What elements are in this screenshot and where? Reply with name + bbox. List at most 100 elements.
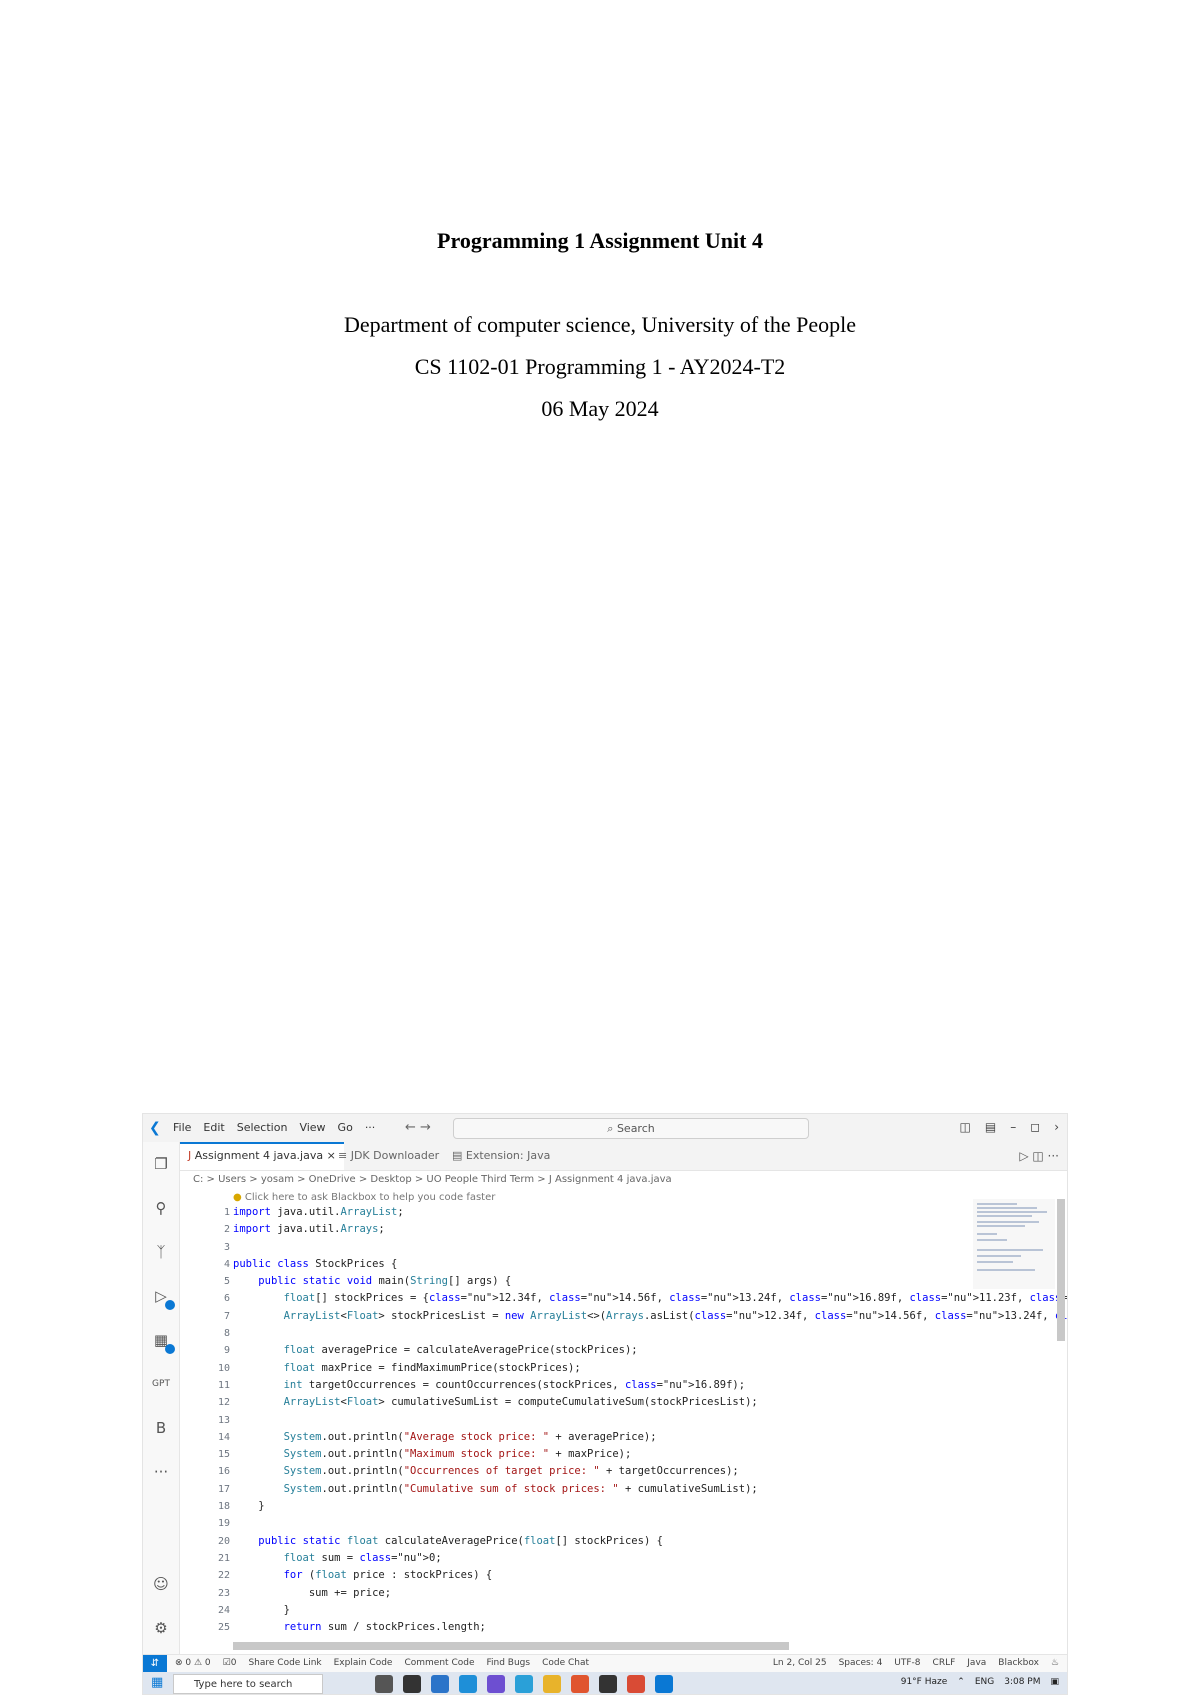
weather-indicator[interactable]: 91°F Haze (901, 1677, 948, 1687)
activity-bar: ❐ ⚲ ᛉ ▷ ▦ GPT B ··· ☺ ⚙ (143, 1142, 180, 1667)
search-placeholder: Search (616, 1122, 655, 1135)
menu-file[interactable]: File (173, 1121, 191, 1134)
brave-browser-icon[interactable] (571, 1675, 589, 1693)
more-actions-icon[interactable]: ··· (1048, 1149, 1059, 1163)
problems-indicator[interactable]: ⊗ 0 ⚠ 0 (175, 1658, 211, 1668)
cursor-position[interactable]: Ln 2, Col 25 (773, 1658, 827, 1668)
account-icon[interactable]: ☺ (151, 1574, 171, 1594)
remote-icon[interactable]: ⇵ (143, 1655, 167, 1673)
tab-jdk-downloader[interactable]: ≡ JDK Downloader (330, 1142, 447, 1170)
clock[interactable]: 3:08 PM (1004, 1677, 1040, 1687)
blackbox-icon[interactable]: B (151, 1418, 171, 1438)
code-line[interactable]: public static float calculateAveragePric… (233, 1533, 1067, 1550)
notifications-bell-icon[interactable]: ♨ (1051, 1658, 1059, 1668)
language-indicator[interactable]: ENG (975, 1677, 994, 1687)
horizontal-scrollbar[interactable] (233, 1642, 789, 1650)
run-icon[interactable]: ▷ (1019, 1149, 1028, 1163)
source-control-icon[interactable]: ᛉ (151, 1242, 171, 1262)
app-icon[interactable] (599, 1675, 617, 1693)
tab-extension-java[interactable]: ▤ Extension: Java (444, 1142, 558, 1170)
comment-code[interactable]: Comment Code (404, 1658, 474, 1668)
code-line[interactable] (233, 1515, 1067, 1532)
code-line[interactable]: ArrayList<Float> stockPricesList = new A… (233, 1308, 1067, 1325)
menu-view[interactable]: View (299, 1121, 325, 1134)
code-line[interactable]: for (float price : stockPrices) { (233, 1567, 1067, 1584)
code-line[interactable]: float sum = class="nu">0; (233, 1550, 1067, 1567)
list-icon: ≡ (338, 1149, 351, 1162)
code-line[interactable]: System.out.println("Cumulative sum of st… (233, 1481, 1067, 1498)
code-line[interactable]: float maxPrice = findMaximumPrice(stockP… (233, 1360, 1067, 1377)
camera-app-icon[interactable] (375, 1675, 393, 1693)
code-line[interactable]: } (233, 1498, 1067, 1515)
code-line[interactable] (233, 1239, 1067, 1256)
explain-code[interactable]: Explain Code (334, 1658, 393, 1668)
mail-app-icon[interactable] (459, 1675, 477, 1693)
code-line[interactable]: sum += price; (233, 1585, 1067, 1602)
code-line[interactable]: import java.util.Arrays; (233, 1221, 1067, 1238)
code-chat[interactable]: Code Chat (542, 1658, 589, 1668)
more-icon[interactable]: ··· (151, 1462, 171, 1482)
layout-icon[interactable]: ◫ (960, 1120, 971, 1134)
line-number: 11 (217, 1379, 230, 1391)
tab-assignment-java[interactable]: J Assignment 4 java.java × (180, 1142, 344, 1170)
command-search[interactable]: ⌕ Search (453, 1118, 809, 1139)
line-number: 8 (223, 1328, 230, 1340)
windows-start-icon[interactable]: ▦ (151, 1676, 165, 1690)
menu-more[interactable]: ··· (365, 1121, 376, 1134)
flag-app-icon[interactable] (403, 1675, 421, 1693)
minimap[interactable] (973, 1199, 1055, 1289)
store-app-icon[interactable] (431, 1675, 449, 1693)
code-line[interactable]: ArrayList<Float> cumulativeSumList = com… (233, 1394, 1067, 1411)
restore-icon[interactable]: ◻ (1030, 1120, 1040, 1134)
code-line[interactable]: import java.util.ArrayList; (233, 1204, 1067, 1221)
vscode-taskbar-icon[interactable] (655, 1675, 673, 1693)
line-number: 23 (217, 1587, 230, 1599)
code-line[interactable]: public class StockPrices { (233, 1256, 1067, 1273)
chrome-browser-icon[interactable] (627, 1675, 645, 1693)
split-editor-icon[interactable]: ◫ (1032, 1149, 1043, 1163)
language-mode[interactable]: Java (967, 1658, 986, 1668)
line-number: 7 (223, 1310, 230, 1322)
share-code-link[interactable]: Share Code Link (248, 1658, 321, 1668)
code-line[interactable]: float averagePrice = calculateAveragePri… (233, 1342, 1067, 1359)
code-line[interactable]: float[] stockPrices = {class="nu">12.34f… (233, 1290, 1067, 1307)
edge-browser-icon[interactable] (515, 1675, 533, 1693)
notification-icon[interactable]: ▣ (1050, 1677, 1059, 1687)
menu-edit[interactable]: Edit (203, 1121, 224, 1134)
code-line[interactable]: System.out.println("Average stock price:… (233, 1429, 1067, 1446)
line-ending[interactable]: CRLF (933, 1658, 956, 1668)
status-left: ⊗ 0 ⚠ 0 ☑0 Share Code Link Explain Code … (175, 1658, 589, 1668)
code-line[interactable]: System.out.println("Maximum stock price:… (233, 1446, 1067, 1463)
code-line[interactable]: int targetOccurrences = countOccurrences… (233, 1377, 1067, 1394)
code-line[interactable]: return sum / stockPrices.length; (233, 1619, 1067, 1636)
code-line[interactable]: } (233, 1602, 1067, 1619)
menu-go[interactable]: Go (338, 1121, 353, 1134)
line-number: 10 (217, 1362, 230, 1374)
explorer-icon[interactable]: ❐ (151, 1154, 171, 1174)
code-line[interactable]: System.out.println("Occurrences of targe… (233, 1463, 1067, 1480)
app-icon[interactable] (487, 1675, 505, 1693)
code-editor[interactable]: import java.util.ArrayList; import java.u… (233, 1204, 1067, 1636)
ports-indicator[interactable]: ☑0 (223, 1658, 237, 1668)
menu-selection[interactable]: Selection (237, 1121, 288, 1134)
breadcrumb[interactable]: C: > Users > yosam > OneDrive > Desktop … (193, 1174, 672, 1185)
chatgpt-icon[interactable]: GPT (151, 1374, 171, 1394)
code-line[interactable]: public static void main(String[] args) { (233, 1273, 1067, 1290)
tray-chevron-icon[interactable]: ⌃ (957, 1677, 965, 1687)
blackbox-hint[interactable]: ● Click here to ask Blackbox to help you… (233, 1192, 495, 1203)
file-explorer-icon[interactable] (543, 1675, 561, 1693)
code-line[interactable] (233, 1412, 1067, 1429)
encoding[interactable]: UTF-8 (894, 1658, 920, 1668)
close-window-icon[interactable]: › (1054, 1120, 1059, 1134)
code-line[interactable] (233, 1325, 1067, 1342)
search-icon[interactable]: ⚲ (151, 1198, 171, 1218)
blackbox-status[interactable]: Blackbox (998, 1658, 1039, 1668)
vertical-scrollbar[interactable] (1057, 1199, 1065, 1341)
settings-gear-icon[interactable]: ⚙ (151, 1618, 171, 1638)
taskbar-search[interactable]: Type here to search (173, 1674, 323, 1694)
find-bugs[interactable]: Find Bugs (486, 1658, 530, 1668)
minimize-icon[interactable]: – (1010, 1120, 1016, 1134)
panel-icon[interactable]: ▤ (985, 1120, 996, 1134)
nav-arrows-icon[interactable]: ← → (405, 1120, 431, 1135)
indentation[interactable]: Spaces: 4 (839, 1658, 883, 1668)
